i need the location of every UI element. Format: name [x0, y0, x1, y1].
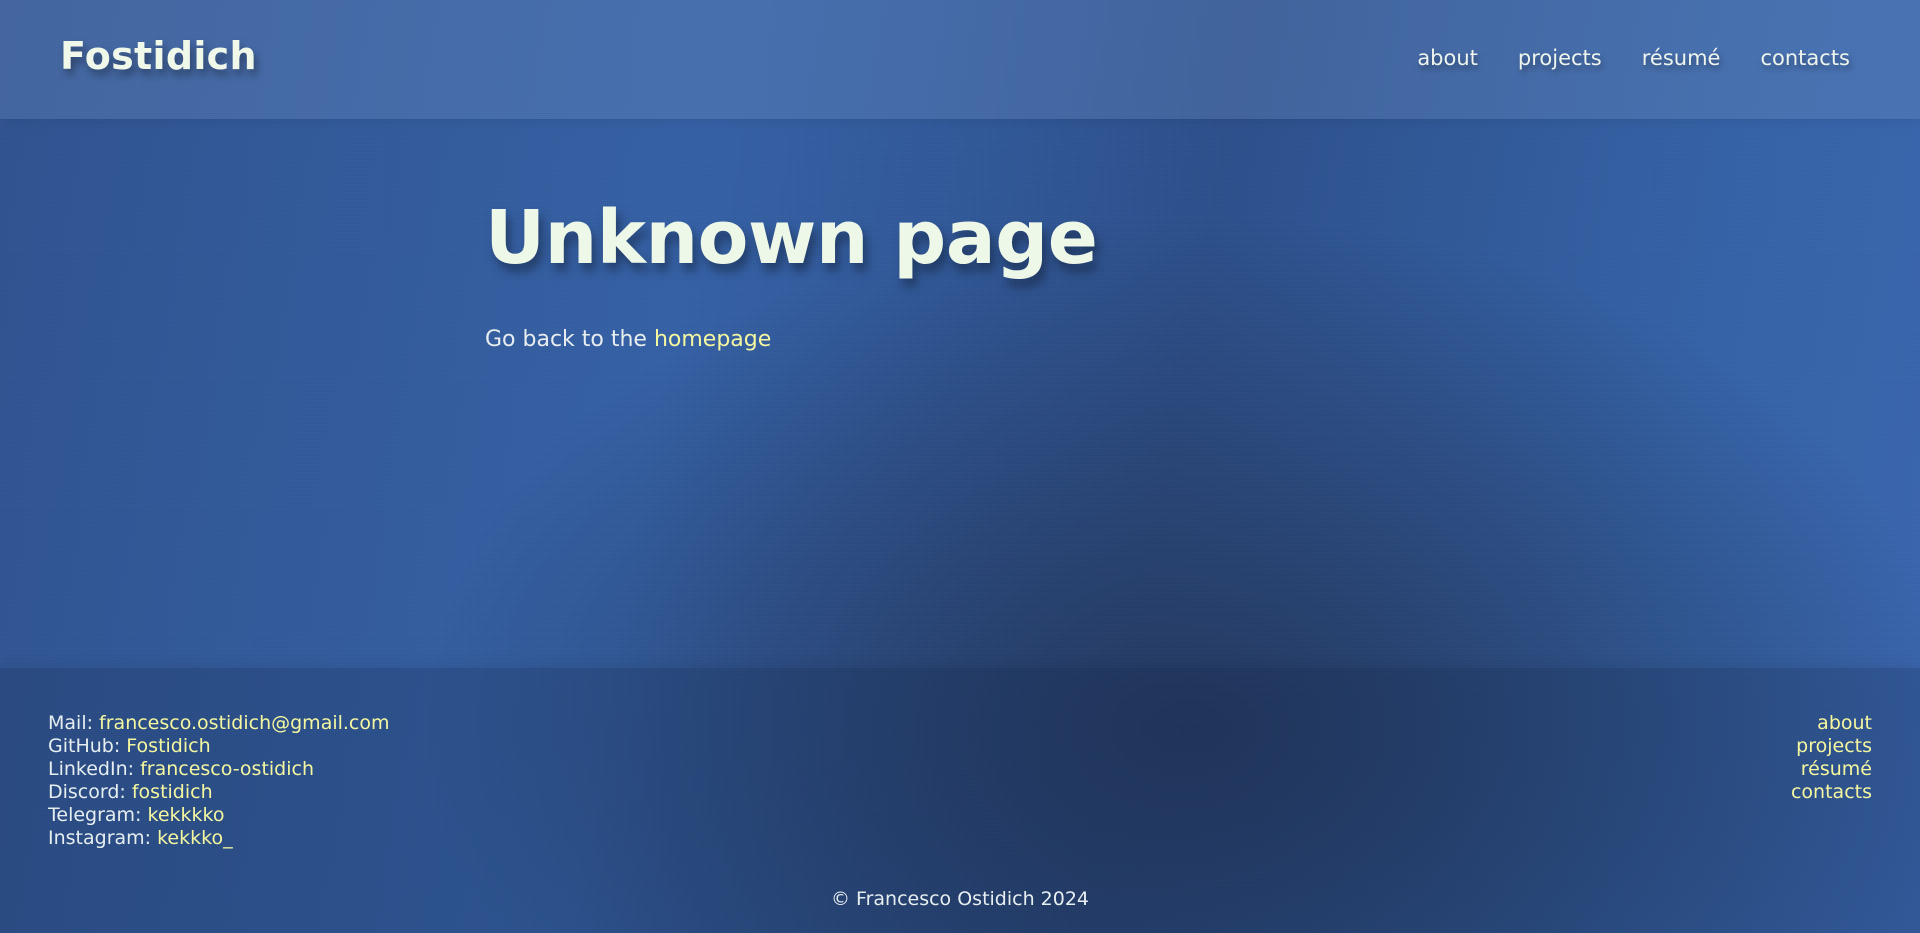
site-logo[interactable]: Fostidich [60, 34, 257, 78]
back-message: Go back to the homepage [485, 327, 1097, 352]
discord-link[interactable]: fostidich [132, 781, 213, 803]
linkedin-link[interactable]: francesco-ostidich [140, 758, 314, 780]
page-title: Unknown page [485, 195, 1098, 281]
contact-list: Mail: francesco.ostidich@gmail.com GitHu… [48, 712, 390, 850]
telegram-link[interactable]: kekkkko [148, 804, 225, 826]
contact-linkedin: LinkedIn: francesco-ostidich [48, 758, 390, 781]
copyright-notice: © Francesco Ostidich 2024 [830, 888, 1090, 910]
contact-mail: Mail: francesco.ostidich@gmail.com [48, 712, 390, 735]
footer-link-contacts[interactable]: contacts [1791, 781, 1872, 804]
footer-link-projects[interactable]: projects [1796, 735, 1872, 758]
github-link[interactable]: Fostidich [126, 735, 210, 757]
top-nav: about projects résumé contacts [1417, 46, 1850, 70]
contact-label: GitHub: [48, 735, 127, 757]
contact-label: Instagram: [48, 827, 158, 849]
contact-label: Discord: [48, 781, 132, 803]
footer-link-about[interactable]: about [1817, 712, 1872, 735]
site-header: Fostidich about projects résumé contacts [0, 0, 1920, 119]
nav-link-projects[interactable]: projects [1518, 46, 1602, 70]
contact-instagram: Instagram: kekkko_ [48, 827, 390, 850]
site-footer: Mail: francesco.ostidich@gmail.com GitHu… [0, 668, 1920, 933]
instagram-link[interactable]: kekkko_ [157, 827, 232, 849]
footer-link-resume[interactable]: résumé [1801, 758, 1872, 781]
nav-link-resume[interactable]: résumé [1642, 46, 1721, 70]
main-content: Unknown page Go back to the homepage [485, 195, 1098, 352]
contact-github: GitHub: Fostidich [48, 735, 390, 758]
nav-link-contacts[interactable]: contacts [1760, 46, 1850, 70]
mail-link[interactable]: francesco.ostidich@gmail.com [99, 712, 389, 734]
contact-label: LinkedIn: [48, 758, 141, 780]
footer-nav: about projects résumé contacts [1791, 712, 1872, 804]
homepage-link[interactable]: homepage [654, 327, 771, 352]
nav-link-about[interactable]: about [1417, 46, 1478, 70]
contact-telegram: Telegram: kekkkko [48, 804, 390, 827]
back-message-text: Go back to the [485, 327, 654, 352]
contact-label: Mail: [48, 712, 100, 734]
contact-label: Telegram: [48, 804, 148, 826]
contact-discord: Discord: fostidich [48, 781, 390, 804]
